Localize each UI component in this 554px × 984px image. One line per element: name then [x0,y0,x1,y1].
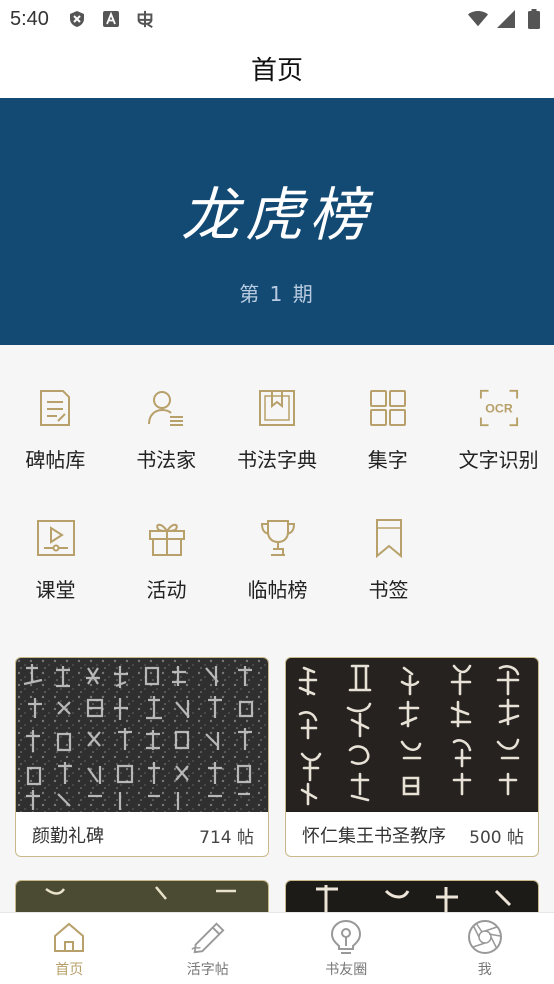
feature-activities[interactable]: 活动 [111,518,222,603]
font-icon [101,9,121,29]
banner-title: 龙虎榜 [180,181,373,249]
home-icon [51,919,87,955]
stele-name: 颜勤礼碑 [32,826,104,847]
feature-bookmarks[interactable]: 书签 [333,518,444,603]
stele-card[interactable]: 怀仁集王书圣教序 500 帖 [285,657,539,857]
banner-issue: 第 1 期 [239,282,315,306]
feature-copy-ranking[interactable]: 临帖榜 [222,518,333,603]
stele-image [286,658,538,812]
svg-text:OCR: OCR [485,402,513,416]
ranking-banner[interactable]: 龙虎榜 第 1 期 [0,98,554,345]
shield-icon [67,9,87,29]
bottom-tab-bar: 首页 活字帖 书友圈 我 [0,912,554,984]
feature-label: 活动 [146,578,187,602]
feature-row: 碑帖库 书法家 书法字典 集字 OCR 文字识别 [0,388,554,473]
page-title: 首页 [250,55,303,86]
feature-label: 书签 [368,578,409,602]
status-time: 5:40 [10,7,49,30]
status-system [468,9,544,29]
wifi-icon [468,9,488,29]
feature-label: 文字识别 [458,448,539,472]
feature-stele-library[interactable]: 碑帖库 [0,388,111,473]
status-bar: 5:40 [0,0,554,38]
feature-label: 书法字典 [236,448,317,472]
stele-count: 714 帖 [199,827,254,848]
feature-label: 碑帖库 [25,448,86,472]
feature-ocr[interactable]: OCR 文字识别 [443,388,554,473]
grid-icon [368,388,408,428]
tab-live-copybook[interactable]: 活字帖 [139,913,278,984]
person-list-icon [146,388,186,428]
stele-count: 500 帖 [469,827,524,848]
stele-name: 怀仁集王书圣教序 [302,826,446,847]
battery-icon [524,9,544,29]
ocr-icon: OCR [479,388,519,428]
feature-label: 临帖榜 [247,578,308,602]
gift-icon [147,518,187,558]
app-header: 首页 [0,38,554,98]
bug-icon [135,9,155,29]
stele-card-footer: 颜勤礼碑 714 帖 [16,812,268,856]
dictionary-icon [257,388,297,428]
stele-image [16,658,268,812]
video-icon [36,518,76,558]
signal-icon [496,9,516,29]
pen-icon [190,919,226,955]
tab-label: 首页 [55,962,84,978]
tab-label: 我 [477,962,492,978]
document-icon [35,388,75,428]
status-notifications [67,9,155,29]
feature-label: 课堂 [35,578,76,602]
feature-label: 集字 [367,448,408,472]
bookmark-icon [369,518,409,558]
feature-label: 书法家 [136,448,197,472]
stele-card[interactable]: 颜勤礼碑 714 帖 [15,657,269,857]
tab-me[interactable]: 我 [416,913,554,984]
feature-dictionary[interactable]: 书法字典 [222,388,333,473]
tab-friends-circle[interactable]: 书友圈 [277,913,416,984]
bulb-icon [328,919,364,955]
tab-label: 书友圈 [325,962,368,978]
feature-calligraphers[interactable]: 书法家 [111,388,222,473]
aperture-icon [467,919,503,955]
stele-card-footer: 怀仁集王书圣教序 500 帖 [286,812,538,856]
tab-home[interactable]: 首页 [0,913,139,984]
feature-row: 课堂 活动 临帖榜 书签 [0,518,554,603]
trophy-icon [258,518,298,558]
feature-classroom[interactable]: 课堂 [0,518,111,603]
feature-collect-chars[interactable]: 集字 [332,388,443,473]
tab-label: 活字帖 [186,962,229,978]
